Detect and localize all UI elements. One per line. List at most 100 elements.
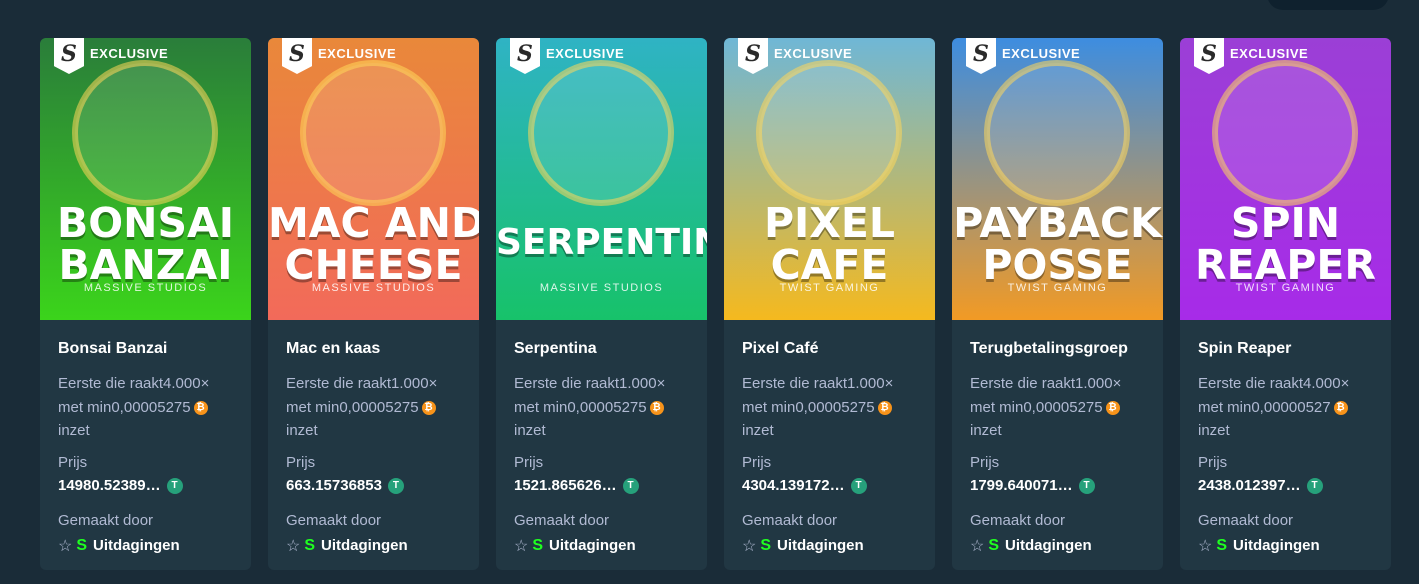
creator-name[interactable]: Uitdagingen (549, 537, 636, 554)
game-artwork[interactable]: S EXCLUSIVE BONSAI BANZAI MASSIVE STUDIOS (40, 38, 251, 320)
star-outline-icon[interactable]: ☆ (58, 536, 72, 556)
desc-line-1: Eerste die raakt1.000× (286, 375, 438, 392)
prize-label: Prijs (286, 453, 316, 471)
game-name[interactable]: Spin Reaper (1198, 339, 1373, 359)
studio-name: MASSIVE STUDIOS (83, 282, 208, 294)
desc-line-2: met min0,00005275 (970, 398, 1103, 416)
desc-line-1: Eerste die raakt4.000× (1198, 375, 1350, 392)
created-by-label: Gemaakt door (58, 511, 154, 529)
desc-line-3: inzet (514, 422, 546, 439)
game-title-line: BANZAI (58, 241, 233, 289)
studio-name: MASSIVE STUDIOS (539, 282, 664, 294)
game-title-line: CAFE (770, 241, 889, 289)
prize-label: Prijs (1198, 453, 1228, 471)
challenge-card[interactable]: S EXCLUSIVE PIXEL CAFE TWIST GAMING Pixel… (724, 38, 935, 570)
challenge-card-grid: S EXCLUSIVE BONSAI BANZAI MASSIVE STUDIOS… (40, 38, 1391, 570)
game-title-line: BONSAI (57, 199, 234, 247)
exclusive-label: EXCLUSIVE (1230, 46, 1309, 61)
desc-line-2: met min0,00005275 (58, 398, 191, 416)
creator-name[interactable]: Uitdagingen (93, 537, 180, 554)
stake-s-icon: S (76, 536, 88, 554)
desc-line-3: inzet (58, 422, 90, 439)
bitcoin-coin-icon: ₿ (421, 400, 436, 415)
game-logo-title: PAYBACK POSSE (952, 202, 1163, 286)
creator-name[interactable]: Uitdagingen (777, 537, 864, 554)
challenge-card[interactable]: S EXCLUSIVE SERPENTINA MASSIVE STUDIOS S… (496, 38, 707, 570)
prize-amount: 14980.52389… (58, 477, 161, 494)
game-logo-title: MAC AND CHEESE (268, 202, 479, 286)
game-title-line: SERPENTINA (496, 222, 707, 263)
star-outline-icon[interactable]: ☆ (514, 536, 528, 556)
tether-coin-icon: T (1306, 477, 1323, 494)
created-by-label: Gemaakt door (742, 511, 838, 529)
game-artwork[interactable]: S EXCLUSIVE PIXEL CAFE TWIST GAMING (724, 38, 935, 320)
game-title-line: PAYBACK (953, 199, 1162, 247)
desc-line-3: inzet (1198, 422, 1230, 439)
desc-line-1: Eerste die raakt1.000× (970, 375, 1122, 392)
desc-line-1: Eerste die raakt4.000× (58, 375, 210, 392)
exclusive-label: EXCLUSIVE (90, 46, 169, 61)
game-logo-title: PIXEL CAFE (724, 202, 935, 286)
studio-name: TWIST GAMING (1007, 282, 1108, 294)
challenge-card[interactable]: S EXCLUSIVE PAYBACK POSSE TWIST GAMING Te… (952, 38, 1163, 570)
stake-s-icon: S (760, 536, 772, 554)
created-by-label: Gemaakt door (1198, 511, 1294, 529)
game-name[interactable]: Pixel Café (742, 339, 917, 359)
challenge-description: Eerste die raakt1.000× met min0,00005275… (970, 372, 1145, 443)
game-artwork[interactable]: S EXCLUSIVE MAC AND CHEESE MASSIVE STUDIO… (268, 38, 479, 320)
tether-coin-icon: T (387, 477, 404, 494)
bitcoin-coin-icon: ₿ (1333, 400, 1348, 415)
desc-line-3: inzet (742, 422, 774, 439)
stake-s-icon: S (988, 536, 1000, 554)
desc-line-3: inzet (286, 422, 318, 439)
desc-line-1: Eerste die raakt1.000× (514, 375, 666, 392)
stake-s-icon: S (1216, 536, 1228, 554)
challenge-description: Eerste die raakt1.000× met min0,00005275… (286, 372, 461, 443)
creator-name[interactable]: Uitdagingen (321, 537, 408, 554)
prize-amount: 1521.865626… (514, 477, 617, 494)
game-artwork[interactable]: S EXCLUSIVE SERPENTINA MASSIVE STUDIOS (496, 38, 707, 320)
prize-label: Prijs (742, 453, 772, 471)
top-right-dropdown[interactable] (1267, 0, 1389, 10)
challenge-description: Eerste die raakt1.000× met min0,00005275… (742, 372, 917, 443)
game-logo-title: SPIN REAPER (1180, 202, 1391, 286)
game-name[interactable]: Serpentina (514, 339, 689, 359)
creator-name[interactable]: Uitdagingen (1233, 537, 1320, 554)
game-name[interactable]: Bonsai Banzai (58, 339, 233, 359)
exclusive-label: EXCLUSIVE (546, 46, 625, 61)
tether-coin-icon: T (622, 477, 639, 494)
stake-s-icon: S (532, 536, 544, 554)
artwork-background (496, 38, 707, 320)
star-outline-icon[interactable]: ☆ (742, 536, 756, 556)
challenge-card[interactable]: S EXCLUSIVE SPIN REAPER TWIST GAMING Spin… (1180, 38, 1391, 570)
studio-name: TWIST GAMING (1235, 282, 1336, 294)
game-artwork[interactable]: S EXCLUSIVE PAYBACK POSSE TWIST GAMING (952, 38, 1163, 320)
prize-amount: 663.15736853 (286, 477, 382, 494)
challenge-card[interactable]: S EXCLUSIVE BONSAI BANZAI MASSIVE STUDIOS… (40, 38, 251, 570)
desc-line-2: met min0,00005275 (286, 398, 419, 416)
tether-coin-icon: T (850, 477, 867, 494)
prize-amount: 2438.012397… (1198, 477, 1301, 494)
desc-line-2: met min0,00005275 (742, 398, 875, 416)
challenge-card[interactable]: S EXCLUSIVE MAC AND CHEESE MASSIVE STUDIO… (268, 38, 479, 570)
bitcoin-coin-icon: ₿ (877, 400, 892, 415)
star-outline-icon[interactable]: ☆ (1198, 536, 1212, 556)
star-outline-icon[interactable]: ☆ (286, 536, 300, 556)
game-title-line: POSSE (982, 241, 1133, 289)
game-title-line: PIXEL (763, 199, 896, 247)
tether-coin-icon: T (166, 477, 183, 494)
game-artwork[interactable]: S EXCLUSIVE SPIN REAPER TWIST GAMING (1180, 38, 1391, 320)
prize-label: Prijs (58, 453, 88, 471)
game-name[interactable]: Mac en kaas (286, 339, 461, 359)
desc-line-2: met min0,00000527 (1198, 398, 1331, 416)
challenge-description: Eerste die raakt4.000× met min0,00000527… (1198, 372, 1373, 443)
star-outline-icon[interactable]: ☆ (970, 536, 984, 556)
prize-label: Prijs (970, 453, 1000, 471)
exclusive-label: EXCLUSIVE (1002, 46, 1081, 61)
game-title-line: REAPER (1195, 241, 1376, 289)
created-by-label: Gemaakt door (514, 511, 610, 529)
creator-name[interactable]: Uitdagingen (1005, 537, 1092, 554)
game-name[interactable]: Terugbetalingsgroep (970, 339, 1145, 359)
created-by-label: Gemaakt door (286, 511, 382, 529)
game-title-line: MAC AND (268, 199, 479, 247)
